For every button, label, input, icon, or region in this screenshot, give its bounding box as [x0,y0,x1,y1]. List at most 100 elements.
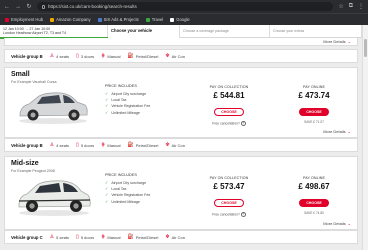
extensions-icon[interactable]: ⧉ [349,3,353,10]
bookmark-item[interactable]: Employment Hub [5,17,43,22]
lock-icon [42,4,45,9]
fuel-feature: ⛽ Petrol/Diesel [127,142,159,148]
bookmark-icon [50,17,55,22]
bookmark-icon [5,17,9,22]
check-icon: ✓ [105,109,109,115]
aircon-feature: ✻ Air Con [165,142,185,148]
browser-chrome: ← → ↻ https://sixt.co.uk/cars-booking/se… [0,0,368,25]
free-cancellation-link[interactable]: Free cancellation? ? [205,121,253,126]
online-price: £ 473.74 [298,91,330,100]
gearbox-icon: ⋕ [101,234,106,240]
door-icon: ▯ [76,142,79,148]
seat-icon: ♙ [49,53,55,59]
vehicle-card-previous: More Details ⌄ [4,38,358,46]
help-icon[interactable]: ? [240,121,246,126]
page-content: 12 Jan 10:00 → 27 Jan 10:00 London Heath… [0,25,362,250]
choose-collection-button[interactable]: CHOOSE [214,108,244,116]
scrollbar-thumb[interactable] [364,39,367,57]
bookmark-item[interactable]: Travel [145,17,163,22]
check-icon: ✓ [105,198,109,204]
aircon-feature: ✻ Air Con [165,53,185,59]
free-cancellation-link[interactable]: Free cancellation? ? [205,212,253,217]
chevron-down-icon: ⌄ [347,39,351,44]
choose-collection-button[interactable]: CHOOSE [214,199,244,207]
vehicle-group-row: Vehicle group C ♙ 5 seats ▯ 5 doors ⋕ Manua… [4,230,358,244]
vehicle-image [19,92,88,124]
snowflake-icon: ✻ [165,234,170,240]
collection-price: £ 573.47 [213,182,245,191]
bookmark-item[interactable]: SIX Ads & Projects [97,17,139,22]
vehicle-group-label: Vehicle group C [11,234,43,240]
gearbox-icon: ⋕ [101,53,106,59]
back-icon[interactable]: ← [4,4,10,10]
vehicle-card-mid-size: Mid-size For Example Peugeot 2008 PRICE … [4,156,358,230]
transmission-feature: ⋕ Manual [101,142,121,148]
vehicle-image [18,180,91,216]
bookmark-item[interactable]: Amazon Company [50,17,91,22]
address-bar[interactable]: https://sixt.co.uk/cars-booking/search-r… [37,2,334,11]
help-icon[interactable]: ? [240,212,246,217]
vehicle-example: For Example Peugeot 2008 [11,169,55,173]
pay-online: PAY ONLINE £ 473.74 CHOOSE SAVE £ 71.07 [290,85,338,124]
star-icon[interactable]: ☆ [338,3,343,10]
booking-steps: 12 Jan 10:00 → 27 Jan 10:00 London Heath… [0,25,362,39]
price-includes-title: PRICE INCLUDES [105,173,137,177]
step-extras[interactable]: Choose your extras [270,25,362,38]
vehicle-category-name: Small [11,71,30,78]
fuel-feature: ⛽ Petrol/Diesel [127,234,159,240]
door-icon: ▯ [76,234,79,240]
step-coverage[interactable]: Choose a coverage package [180,25,270,38]
pay-online: PAY ONLINE £ 498.67 CHOOSE SAVE £ 74.80 [290,176,338,215]
transmission-feature: ⋕ Manual [101,234,121,240]
doors-feature: ▯ 5 doors [76,234,95,240]
seat-icon: ♙ [49,234,55,240]
page-scrollbar[interactable] [362,25,368,250]
savings-text: SAVE £ 71.07 [304,120,324,124]
browser-toolbar: ← → ↻ https://sixt.co.uk/cars-booking/se… [0,0,368,13]
more-details-link[interactable]: More Details ⌄ [323,129,351,134]
price-includes-list: ✓ Airport City surcharge ✓ Local Tax ✓ Vehi… [105,180,150,205]
include-item: ✓ Unlimited Mileage [105,109,140,115]
vehicle-example: For Example Vauxhall Corsa [11,80,57,84]
pay-on-collection: PAY ON COLLECTION £ 544.81 CHOOSE Free c… [205,85,253,126]
folder-icon [145,17,150,22]
vehicle-category-name: Mid-size [11,160,39,167]
snowflake-icon: ✻ [165,53,170,59]
step-choose-vehicle[interactable]: Choose your vehicle [108,25,180,38]
include-item: ✓ Unlimited Mileage [105,198,140,204]
more-details-link[interactable]: More Details ⌄ [323,39,351,44]
choose-online-button[interactable]: CHOOSE [299,199,329,207]
vehicle-card-small: Small For Example Vauxhall Corsa PRICE I… [4,67,358,138]
chevron-down-icon: ⌄ [347,129,351,134]
gearbox-icon: ⋕ [101,142,106,148]
fuel-icon: ⛽ [127,234,134,240]
seats-feature: ♙ 4 seats [49,53,70,59]
collection-price: £ 544.81 [213,91,245,100]
vehicle-group-label: Vehicle group B [11,53,43,59]
transmission-feature: ⋕ Manual [101,53,121,59]
price-includes-list: ✓ Airport City surcharge ✓ Local Tax ✓ Vehi… [105,91,150,116]
menu-icon[interactable]: ⋮ [358,3,364,10]
fuel-icon: ⛽ [127,53,134,59]
bookmarks-bar: Employment Hub Amazon Company SIX Ads & … [0,13,368,25]
seats-feature: ♙ 5 seats [49,234,70,240]
savings-text: SAVE £ 74.80 [304,211,324,215]
online-price: £ 498.67 [298,182,330,191]
reload-icon[interactable]: ↻ [26,3,32,10]
choose-online-button[interactable]: CHOOSE [299,108,329,116]
price-includes-title: PRICE INCLUDES [105,84,137,88]
fuel-feature: ⛽ Petrol/Diesel [127,53,159,59]
seat-icon: ♙ [49,142,55,148]
forward-icon[interactable]: → [15,4,21,10]
snowflake-icon: ✻ [165,142,170,148]
more-details-link[interactable]: More Details ⌄ [323,221,351,226]
aircon-feature: ✻ Air Con [165,234,185,240]
fuel-icon: ⛽ [127,142,134,148]
chevron-down-icon: ⌄ [347,221,351,226]
folder-icon [97,17,102,22]
bookmark-item[interactable]: Google [170,17,190,22]
pay-on-collection: PAY ON COLLECTION £ 573.47 CHOOSE Free c… [205,176,253,217]
vehicle-group-row: Vehicle group B ♙ 4 seats ▯ 5 doors ⋕ Manua… [4,138,358,152]
door-icon: ▯ [76,53,79,59]
url-text: https://sixt.co.uk/cars-booking/search-r… [48,4,137,9]
